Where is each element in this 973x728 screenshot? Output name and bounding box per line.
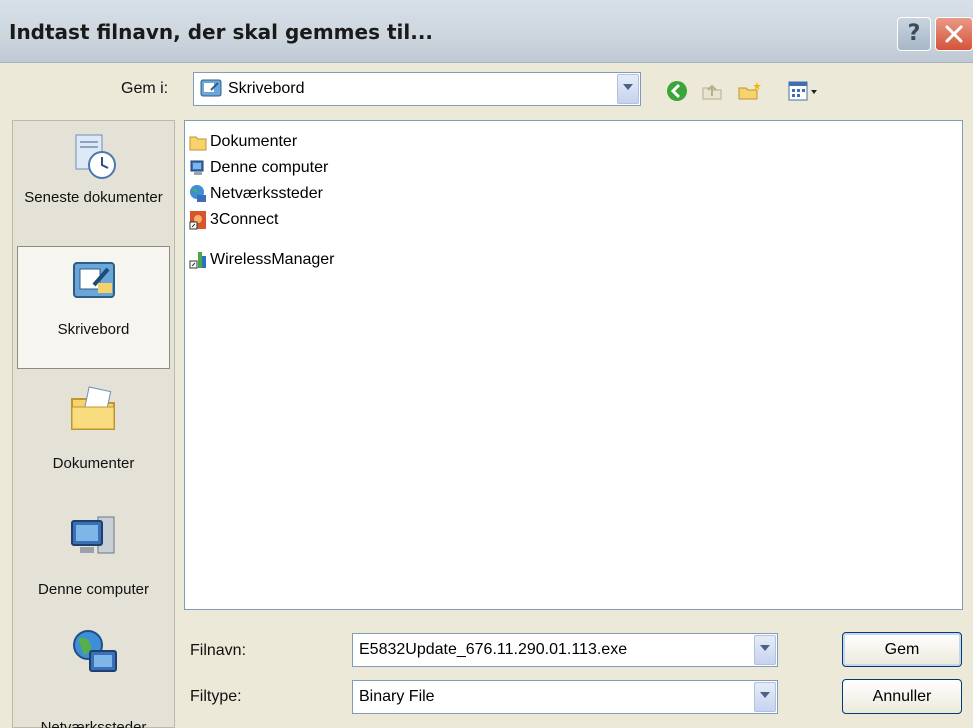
3connect-shortcut-icon [189, 210, 207, 230]
my-documents-icon [68, 383, 120, 435]
wirelessmanager-shortcut-icon [189, 250, 207, 270]
filename-label: Filnavn: [190, 642, 247, 659]
save-in-combobox[interactable]: Skrivebord [193, 72, 641, 106]
new-folder-icon[interactable] [737, 79, 761, 103]
network-places-icon [68, 627, 120, 679]
place-desktop[interactable]: Skrivebord [17, 246, 170, 369]
network-icon [189, 184, 207, 204]
up-folder-icon[interactable] [700, 79, 724, 103]
title-bar[interactable]: Indtast filnavn, der skal gemmes til... … [0, 0, 973, 63]
place-label: Dokumenter [52, 455, 135, 472]
place-label: Netværkssteder [40, 719, 147, 728]
my-computer-icon [68, 511, 120, 563]
save-in-value: Skrivebord [228, 80, 305, 97]
save-button[interactable]: Gem [842, 632, 962, 667]
close-button[interactable] [935, 17, 973, 51]
cancel-button[interactable]: Annuller [842, 679, 962, 714]
place-network-places[interactable]: Netværkssteder [17, 627, 170, 728]
folder-icon [189, 132, 207, 152]
place-label: Denne computer [38, 581, 149, 598]
save-in-label: Gem i: [121, 80, 169, 97]
filetype-value: Binary File [359, 688, 435, 705]
close-icon [945, 25, 963, 43]
save-dialog: Indtast filnavn, der skal gemmes til... … [0, 0, 973, 728]
filetype-label: Filtype: [190, 688, 242, 705]
desktop-small-icon [200, 79, 222, 104]
dialog-title: Indtast filnavn, der skal gemmes til... [9, 20, 434, 44]
file-name: Denne computer [210, 159, 329, 176]
place-my-computer[interactable]: Denne computer [17, 511, 170, 601]
recent-documents-icon [68, 131, 120, 183]
file-name: Netværkssteder [210, 185, 323, 202]
desktop-icon [68, 255, 120, 307]
file-name: Dokumenter [210, 133, 298, 150]
computer-icon [189, 158, 207, 178]
save-in-dropdown-button[interactable] [617, 74, 639, 104]
filename-input[interactable]: E5832Update_676.11.290.01.113.exe [359, 634, 627, 666]
filetype-dropdown-button[interactable] [754, 682, 776, 712]
place-label: Seneste dokumenter [24, 189, 163, 206]
views-menu-icon[interactable] [787, 79, 819, 103]
file-name: 3Connect [210, 211, 279, 228]
place-my-documents[interactable]: Dokumenter [17, 383, 170, 475]
filename-combobox[interactable]: E5832Update_676.11.290.01.113.exe [352, 633, 778, 667]
filetype-select[interactable]: Binary File [352, 680, 778, 714]
places-bar: Seneste dokumenter Skrivebord Dokumenter… [12, 120, 175, 728]
file-name: WirelessManager [210, 251, 335, 268]
filename-dropdown-button[interactable] [754, 635, 776, 665]
place-label: Skrivebord [57, 321, 130, 338]
back-icon[interactable] [665, 79, 689, 103]
place-recent-documents[interactable]: Seneste dokumenter [17, 131, 170, 209]
file-list[interactable]: Dokumenter Denne computer Netværkssteder… [184, 120, 963, 610]
help-button[interactable]: ? [897, 17, 931, 51]
